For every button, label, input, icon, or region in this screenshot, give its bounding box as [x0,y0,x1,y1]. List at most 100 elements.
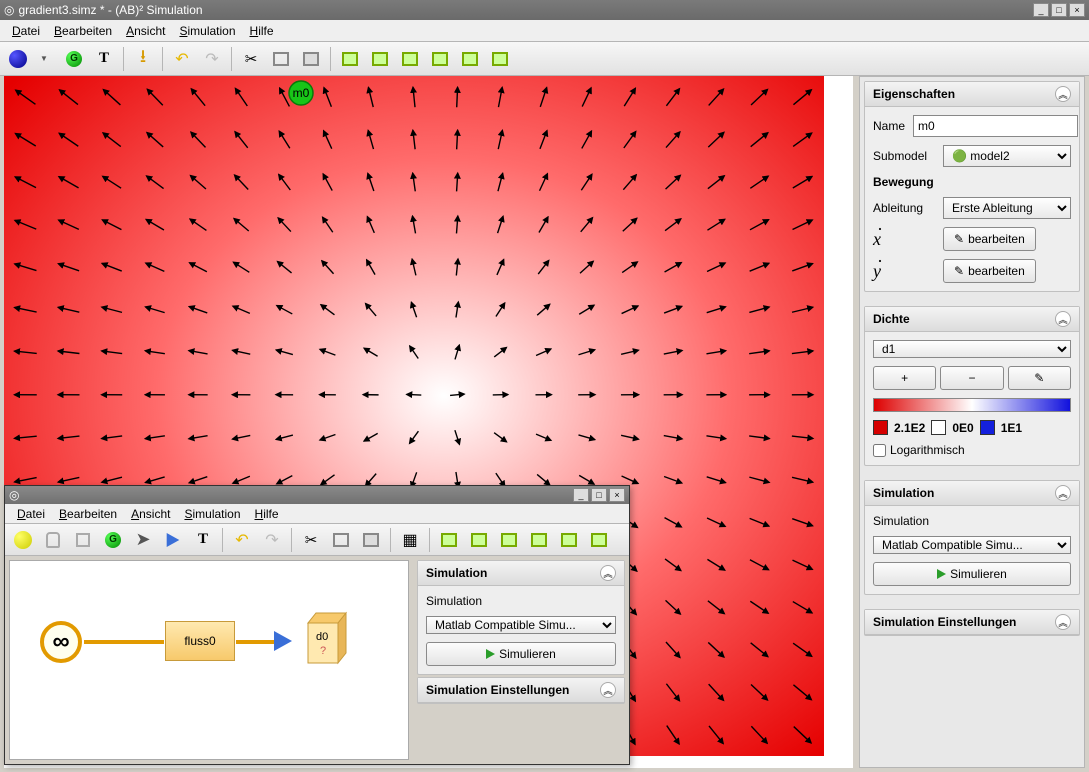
tool-align-5[interactable] [555,526,583,554]
minimize-button[interactable]: _ [1033,3,1049,17]
gradient-bar [873,398,1071,412]
sub-sim-settings-title: Simulation Einstellungen [426,683,569,697]
tool-text[interactable]: T [189,526,217,554]
tool-cube[interactable] [69,526,97,554]
density-select[interactable]: d1 [873,340,1071,358]
tool-cylinder[interactable] [39,526,67,554]
play-icon [937,569,946,579]
menu-datei[interactable]: Datei [6,22,46,40]
sim-engine-label: Simulation [873,514,1071,528]
model-diagram[interactable]: ∞ fluss0 d0 ? [9,560,409,760]
flow-arrowhead [274,631,292,651]
sub-menu-hilfe[interactable]: Hilfe [249,505,285,523]
node-sink[interactable]: d0 ? [300,609,354,669]
sub-simulate-button[interactable]: Simulieren [426,642,616,666]
tool-yellow-sphere[interactable] [9,526,37,554]
density-legend: 2.1E2 0E0 1E1 [873,420,1071,435]
tool-redo[interactable]: ↷ [258,526,286,554]
simulation-panel: Simulation ︽ Simulation Matlab Compatibl… [864,480,1080,595]
tool-text[interactable]: T [90,45,118,73]
tool-play[interactable] [159,526,187,554]
log-checkbox[interactable]: Logarithmisch [873,443,1071,457]
tool-align-1[interactable] [435,526,463,554]
tool-open[interactable]: ⭳ [129,45,157,73]
tool-align-2[interactable] [366,45,394,73]
collapse-icon[interactable]: ︽ [1055,614,1071,630]
name-input[interactable] [913,115,1078,137]
tool-undo[interactable]: ↶ [168,45,196,73]
menu-ansicht[interactable]: Ansicht [120,22,171,40]
tool-copy[interactable] [267,45,295,73]
tool-copy[interactable] [327,526,355,554]
xdot-label: x [873,229,935,250]
ydot-edit-button[interactable]: ✎bearbeiten [943,259,1036,283]
sub-sim-engine-select[interactable]: Matlab Compatible Simu... [426,616,616,634]
tool-paste[interactable] [357,526,385,554]
tool-sphere-dropdown[interactable]: ▼ [30,45,58,73]
collapse-icon[interactable]: ︽ [1055,311,1071,327]
sim-engine-select[interactable]: Matlab Compatible Simu... [873,536,1071,554]
tool-cut[interactable]: ✂ [237,45,265,73]
main-toolbar: ▼ T ⭳ ↶ ↷ ✂ [0,42,1089,76]
tool-redo[interactable]: ↷ [198,45,226,73]
tool-global[interactable] [60,45,88,73]
tool-align-4[interactable] [426,45,454,73]
node-flow[interactable]: fluss0 [165,621,235,661]
close-button[interactable]: × [1069,3,1085,17]
sub-menu-datei[interactable]: Datei [11,505,51,523]
collapse-icon[interactable]: ︽ [600,682,616,698]
editor-subwindow[interactable]: ◎ _ □ × Datei Bearbeiten Ansicht Simulat… [4,485,630,765]
node-infinity[interactable]: ∞ [40,621,82,663]
sub-menu-bearbeiten[interactable]: Bearbeiten [53,505,123,523]
xdot-edit-button[interactable]: ✎bearbeiten [943,227,1036,251]
density-add-button[interactable]: + [873,366,936,390]
menu-bearbeiten[interactable]: Bearbeiten [48,22,118,40]
tool-paste[interactable] [297,45,325,73]
tool-sphere[interactable] [4,45,32,73]
tool-align-6[interactable] [585,526,613,554]
deriv-select[interactable]: Erste Ableitung [943,197,1071,219]
sub-maximize-button[interactable]: □ [591,488,607,502]
tool-align-5[interactable] [456,45,484,73]
collapse-icon[interactable]: ︽ [1055,485,1071,501]
tool-global[interactable] [99,526,127,554]
movement-heading: Bewegung [873,175,1071,189]
sub-minimize-button[interactable]: _ [573,488,589,502]
menu-simulation[interactable]: Simulation [173,22,241,40]
tool-align-2[interactable] [465,526,493,554]
collapse-icon[interactable]: ︽ [600,565,616,581]
simulate-button[interactable]: Simulieren [873,562,1071,586]
sub-sim-title: Simulation [426,566,487,580]
sub-close-button[interactable]: × [609,488,625,502]
simulation-title: Simulation [873,486,934,500]
tool-undo[interactable]: ↶ [228,526,256,554]
tool-grid[interactable]: ▦ [396,526,424,554]
main-titlebar: ◎ gradient3.simz * - (AB)² Simulation _ … [0,0,1089,20]
sub-menu-simulation[interactable]: Simulation [178,505,246,523]
collapse-icon[interactable]: ︽ [1055,86,1071,102]
menu-hilfe[interactable]: Hilfe [244,22,280,40]
tool-align-3[interactable] [495,526,523,554]
deriv-label: Ableitung [873,201,935,215]
play-icon [486,649,495,659]
tool-align-4[interactable] [525,526,553,554]
flow-connector [236,640,276,644]
side-panel-column: Eigenschaften ︽ Name Submodel 🟢 model2 B… [859,76,1085,768]
maximize-button[interactable]: □ [1051,3,1067,17]
tool-align-3[interactable] [396,45,424,73]
svg-text:m0: m0 [293,86,310,100]
tool-arrow[interactable]: ➤ [129,526,157,554]
submodel-label: Submodel [873,149,935,163]
app-icon: ◎ [4,3,14,17]
pencil-icon: ✎ [954,264,964,278]
tool-align-1[interactable] [336,45,364,73]
submodel-select[interactable]: 🟢 model2 [943,145,1071,167]
tool-align-6[interactable] [486,45,514,73]
sub-menu-ansicht[interactable]: Ansicht [125,505,176,523]
density-edit-button[interactable]: ✎ [1008,366,1071,390]
properties-panel: Eigenschaften ︽ Name Submodel 🟢 model2 B… [864,81,1080,292]
density-title: Dichte [873,312,910,326]
tool-cut[interactable]: ✂ [297,526,325,554]
density-remove-button[interactable]: − [940,366,1003,390]
properties-title: Eigenschaften [873,87,955,101]
